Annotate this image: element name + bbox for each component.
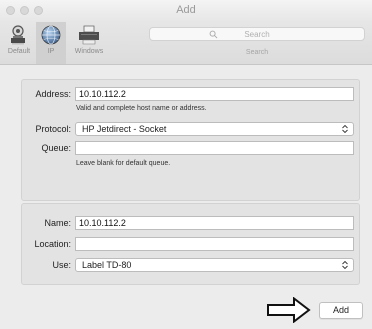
queue-input[interactable] <box>75 141 354 155</box>
address-label: Address: <box>35 89 71 99</box>
address-input[interactable]: 10.10.112.2 <box>75 87 354 101</box>
protocol-select[interactable]: HP Jetdirect - Socket <box>75 122 354 136</box>
use-value: Label TD-80 <box>82 260 132 270</box>
toolbar-default-label: Default <box>7 48 31 55</box>
window-title: Add <box>176 4 196 16</box>
add-button[interactable]: Add <box>319 302 363 319</box>
search-label: Search <box>245 49 269 56</box>
address-hint: Valid and complete host name or address. <box>76 105 207 112</box>
toolbar-default-button[interactable]: Default <box>4 22 34 64</box>
pointer-arrow-icon <box>267 297 311 323</box>
default-printer-icon <box>11 25 25 45</box>
name-input[interactable]: 10.10.112.2 <box>75 216 354 230</box>
search-field[interactable] <box>149 27 365 41</box>
name-label: Name: <box>44 218 71 228</box>
windows-printer-icon <box>79 25 99 45</box>
use-label: Use: <box>52 260 71 270</box>
toolbar-windows-label: Windows <box>74 48 104 55</box>
toolbar-windows-button[interactable]: Windows <box>68 22 110 64</box>
use-select[interactable]: Label TD-80 <box>75 258 354 272</box>
location-label: Location: <box>34 239 71 249</box>
chevron-updown-icon <box>342 260 348 270</box>
toolbar-ip-button[interactable]: IP <box>36 22 66 64</box>
location-input[interactable] <box>75 237 354 251</box>
queue-label: Queue: <box>41 143 71 153</box>
protocol-label: Protocol: <box>35 124 71 134</box>
chevron-updown-icon <box>342 124 348 134</box>
toolbar-ip-label: IP <box>47 48 55 55</box>
toolbar: Default IP Windows Search Search <box>0 22 372 65</box>
search-input[interactable] <box>150 28 364 40</box>
title-bar: Add <box>0 0 372 22</box>
ip-globe-icon <box>41 25 61 45</box>
protocol-value: HP Jetdirect - Socket <box>82 124 167 134</box>
queue-hint: Leave blank for default queue. <box>76 160 171 167</box>
